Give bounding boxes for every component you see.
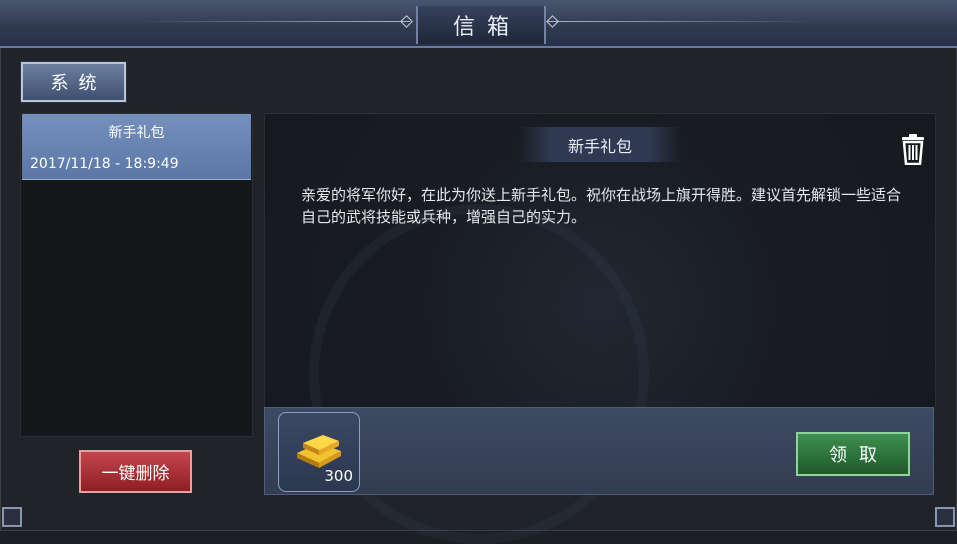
mail-item-date: 2017/11/18 - 18:9:49 bbox=[30, 156, 179, 172]
corner-ornament-left-icon bbox=[2, 507, 22, 527]
delete-all-button[interactable]: 一键删除 bbox=[79, 450, 192, 493]
mail-item-subject: 新手礼包 bbox=[108, 125, 165, 141]
claim-button[interactable]: 领取 bbox=[796, 432, 910, 476]
reward-quantity: 300 bbox=[324, 467, 353, 485]
window-title: 信箱 bbox=[452, 15, 521, 40]
reward-bar: 300 领取 bbox=[264, 407, 934, 495]
trash-icon[interactable] bbox=[898, 133, 928, 166]
ornament-left-icon bbox=[400, 15, 413, 28]
gold-ingot-icon bbox=[297, 435, 341, 468]
mail-list-item[interactable]: 新手礼包 2017/11/18 - 18:9:49 bbox=[22, 114, 251, 180]
mail-content-panel: 新手礼包 亲爱的将军你好，在此为你送上新手礼包。祝你在战场上旗开得胜。建议首先解… bbox=[264, 113, 936, 544]
tab-system[interactable]: 系统 bbox=[21, 62, 126, 102]
corner-ornament-right-icon bbox=[935, 507, 955, 527]
title-bar: 信箱 bbox=[0, 0, 957, 48]
title-divider-right bbox=[547, 21, 817, 22]
reward-slot[interactable]: 300 bbox=[278, 412, 360, 492]
ornament-right-icon bbox=[546, 15, 559, 28]
title-plate: 信箱 bbox=[416, 6, 546, 44]
mailbox-window: 信箱 系统 新手礼包 2017/11/18 - 18:9:49 一键删除 新手礼… bbox=[0, 0, 957, 544]
mail-list: 新手礼包 2017/11/18 - 18:9:49 bbox=[20, 113, 253, 437]
mail-body: 亲爱的将军你好，在此为你送上新手礼包。祝你在战场上旗开得胜。建议首先解锁一些适合… bbox=[301, 186, 902, 226]
mail-subject: 新手礼包 bbox=[519, 127, 681, 162]
title-divider-left bbox=[140, 21, 410, 22]
